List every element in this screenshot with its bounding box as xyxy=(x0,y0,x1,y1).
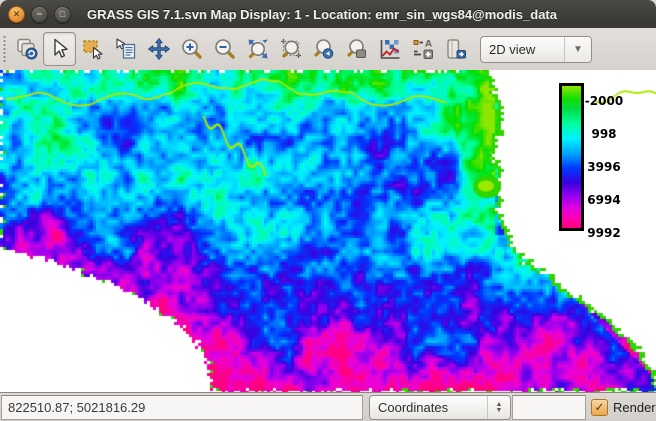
pointer-button[interactable] xyxy=(43,32,76,66)
zoom-back-icon xyxy=(312,37,336,61)
legend-tick-label: 998 xyxy=(581,127,627,141)
minimize-button[interactable]: − xyxy=(31,6,48,23)
save-display-icon xyxy=(444,37,468,61)
zoom-menu-icon xyxy=(345,37,369,61)
zoom-in-button[interactable] xyxy=(175,32,208,66)
pan-button[interactable] xyxy=(142,32,175,66)
chevron-down-icon[interactable]: ▼ xyxy=(564,37,591,62)
render-label: Render xyxy=(613,400,656,415)
zoom-in-icon xyxy=(180,37,204,61)
coordinate-value: 822510.87; 5021816.29 xyxy=(2,400,145,415)
render-map-icon xyxy=(15,37,39,61)
legend-tick-label: 9992 xyxy=(581,226,627,240)
legend-labels: -2000998399669949992 xyxy=(581,83,627,231)
zoom-extent-icon xyxy=(246,37,270,61)
render-checkbox[interactable]: ✓ xyxy=(591,399,608,416)
statusbar-progress-area xyxy=(512,395,586,420)
render-map-button[interactable] xyxy=(10,32,43,66)
legend-tick-label: 6994 xyxy=(581,193,627,207)
statusbar: 822510.87; 5021816.29 Coordinates ▲▼ ✓ R… xyxy=(0,392,656,421)
save-display-button[interactable] xyxy=(439,32,472,66)
zoom-out-button[interactable] xyxy=(208,32,241,66)
zoom-region-icon xyxy=(279,37,303,61)
toolbar-drag-handle[interactable] xyxy=(2,34,7,64)
statusbar-mode-select[interactable]: Coordinates ▲▼ xyxy=(369,395,511,420)
query-button[interactable] xyxy=(109,32,142,66)
zoom-back-button[interactable] xyxy=(307,32,340,66)
analyze-icon xyxy=(378,37,402,61)
zoom-extent-button[interactable] xyxy=(241,32,274,66)
zoom-out-icon xyxy=(213,37,237,61)
pointer-icon xyxy=(48,37,72,61)
select-button[interactable] xyxy=(76,32,109,66)
svg-text:A: A xyxy=(425,40,432,50)
analyze-button[interactable] xyxy=(373,32,406,66)
legend-tick-label: -2000 xyxy=(581,94,627,108)
view-mode-value: 2D view xyxy=(481,42,564,57)
render-toggle: ✓ Render xyxy=(591,396,656,418)
map-display-area: -2000 998 3996 6994 9992 xyxy=(0,70,656,392)
add-overlay-icon: A xyxy=(411,37,435,61)
maximize-button[interactable]: □ xyxy=(54,6,71,23)
coordinate-display: 822510.87; 5021816.29 xyxy=(1,395,363,420)
window-title: GRASS GIS 7.1.svn Map Display: 1 - Locat… xyxy=(87,7,557,22)
map-toolbar: A 2D view ▼ xyxy=(0,28,656,71)
titlebar: ✕ − □ GRASS GIS 7.1.svn Map Display: 1 -… xyxy=(0,0,656,28)
spinner-icon[interactable]: ▲▼ xyxy=(487,396,510,419)
close-button[interactable]: ✕ xyxy=(8,6,25,23)
zoom-region-button[interactable] xyxy=(274,32,307,66)
view-mode-select[interactable]: 2D view ▼ xyxy=(480,36,592,63)
legend-tick-label: 3996 xyxy=(581,160,627,174)
statusbar-mode-value: Coordinates xyxy=(370,400,487,415)
zoom-menu-button[interactable] xyxy=(340,32,373,66)
query-icon xyxy=(114,37,138,61)
add-overlay-button[interactable]: A xyxy=(406,32,439,66)
grass-map-display-window: ✕ − □ GRASS GIS 7.1.svn Map Display: 1 -… xyxy=(0,0,656,421)
pan-icon xyxy=(147,37,171,61)
select-icon xyxy=(81,37,105,61)
map-raster-canvas[interactable] xyxy=(0,70,656,392)
